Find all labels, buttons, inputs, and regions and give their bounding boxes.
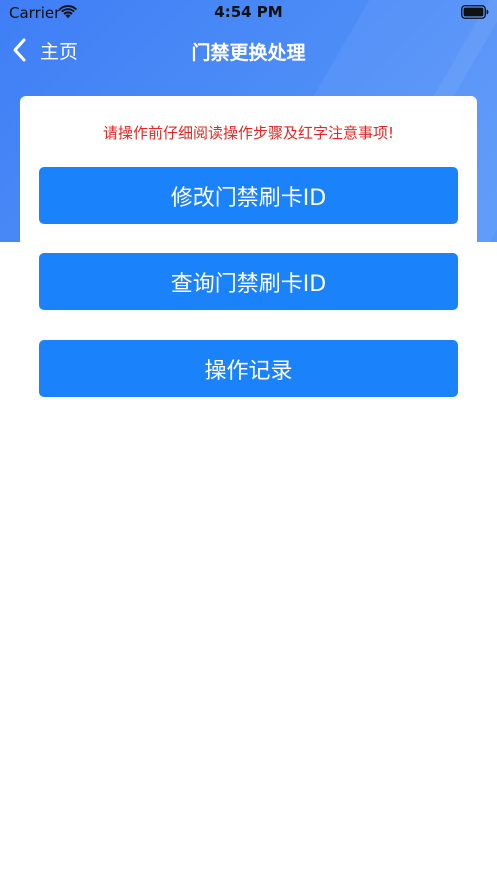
warning-notice: 请操作前仔细阅读操作步骤及红字注意事项! — [102, 124, 394, 142]
status-time: 4:54 PM — [214, 3, 283, 21]
modify-card-id-button[interactable]: 修改门禁刷卡ID — [39, 167, 458, 224]
status-bar: Carrier 4:54 PM — [0, 0, 497, 26]
operation-records-button[interactable]: 操作记录 — [39, 340, 458, 397]
page-title: 门禁更换处理 — [191, 42, 306, 64]
action-card: 请操作前仔细阅读操作步骤及红字注意事项! 修改门禁刷卡ID 查询门禁刷卡ID 操… — [20, 96, 477, 414]
navigation-bar: 主页 门禁更换处理 — [0, 26, 497, 74]
query-card-id-button[interactable]: 查询门禁刷卡ID — [39, 253, 458, 310]
battery-icon — [461, 5, 489, 19]
